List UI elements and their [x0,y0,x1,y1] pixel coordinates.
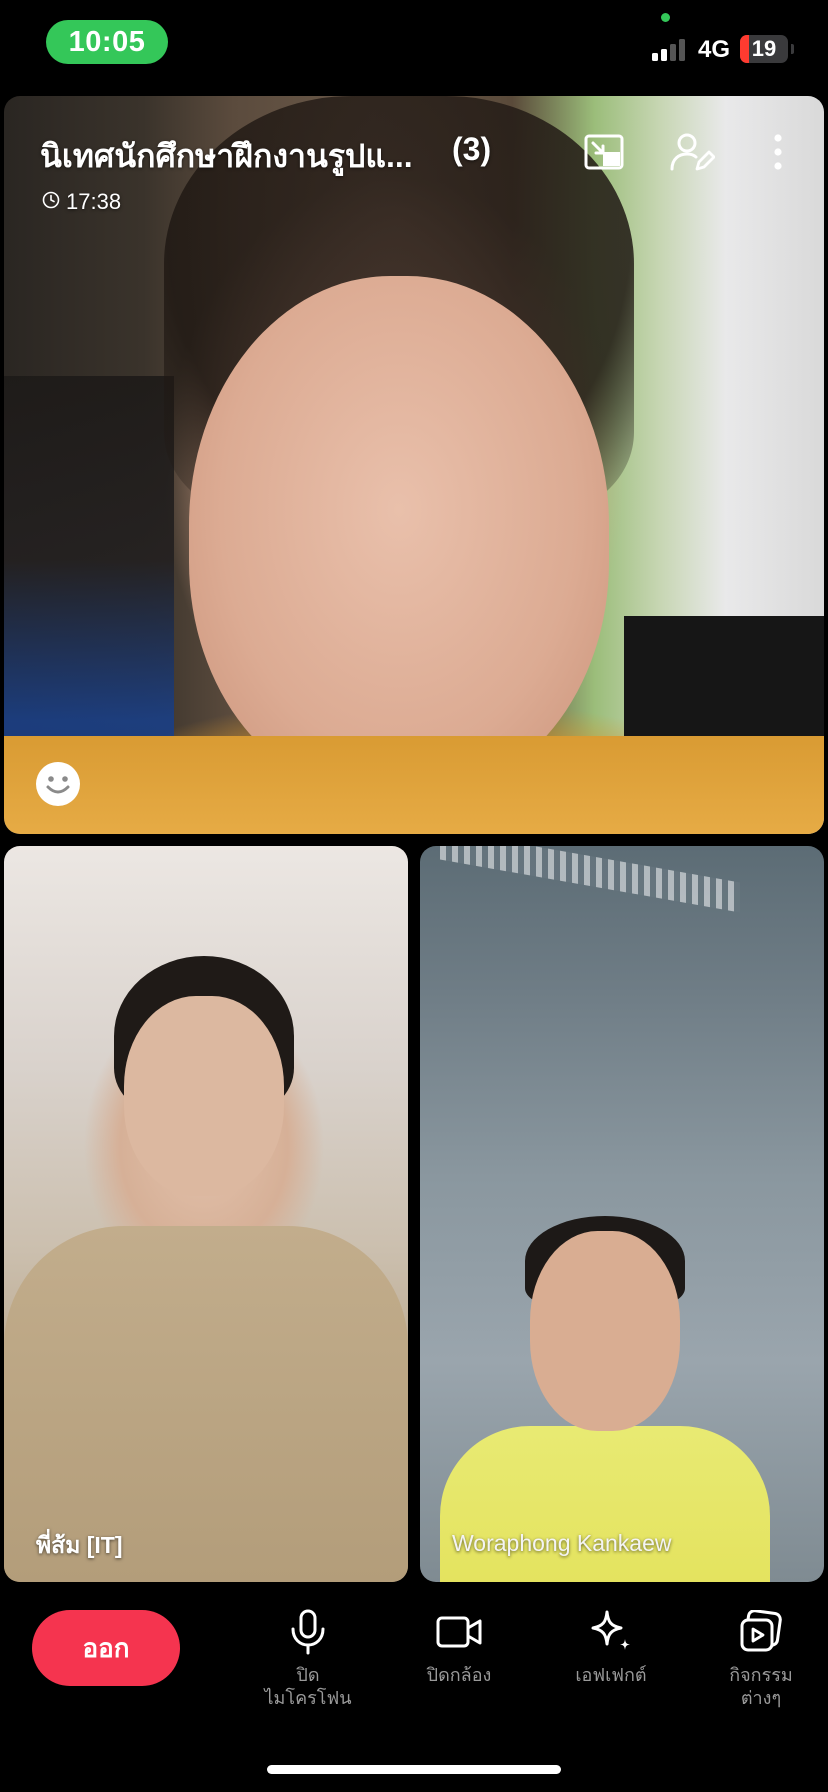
microphone-label: ปิด ไมโครโฟน [264,1665,352,1708]
battery-icon: 19 [740,35,788,63]
clock-icon [42,189,60,215]
home-indicator[interactable] [267,1765,561,1774]
pip-icon[interactable] [580,128,628,176]
sparkle-icon [587,1608,635,1656]
participant-count: (3) [452,131,492,167]
cellular-signal-icon [652,37,692,61]
smiley-icon[interactable] [34,760,82,808]
activities-label: กิจกรรม ต่างๆ [729,1665,793,1708]
participants-edit-icon[interactable] [668,128,716,176]
microphone-icon [284,1608,332,1656]
video-tile-main[interactable] [4,96,824,834]
camera-in-use-indicator [661,13,670,22]
call-duration-text: 17:38 [66,189,122,214]
network-type: 4G [698,36,731,63]
camera-icon [435,1608,483,1656]
participant-face [530,1231,680,1431]
effects-button[interactable]: เอฟเฟกต์ [546,1608,676,1687]
participant-face [124,996,284,1196]
effects-label: เอฟเฟกต์ [575,1665,647,1685]
participant-name-label: Woraphong Kankaew [452,1530,672,1556]
more-vertical-icon[interactable] [754,128,802,176]
call-title: นิเทศนักศึกษาฝึกงานรูปแ... [40,138,413,174]
status-time: 10:05 [46,20,168,64]
video-tile-participant-2[interactable] [420,846,824,1582]
leave-call-button[interactable]: ออก [32,1610,180,1686]
camera-label: ปิดกล้อง [426,1665,492,1685]
toggle-camera-button[interactable]: ปิดกล้อง [394,1608,524,1687]
participant-shirt [4,736,824,834]
video-tile-participant-1[interactable] [4,846,408,1582]
background-ceiling-light [440,846,740,913]
activities-icon [737,1608,785,1656]
activities-button[interactable]: กิจกรรม ต่างๆ [696,1608,826,1710]
toggle-microphone-button[interactable]: ปิด ไมโครโฟน [243,1608,373,1710]
participant-name-label: พี่ส้ม [IT] [36,1532,123,1558]
call-duration: 17:38 [42,189,121,215]
participant-face [189,276,609,796]
status-bar: 10:05 4G 19 [0,0,828,90]
battery-nub [791,44,794,54]
participant-shirt [440,1426,770,1582]
battery-level: 19 [751,36,777,61]
